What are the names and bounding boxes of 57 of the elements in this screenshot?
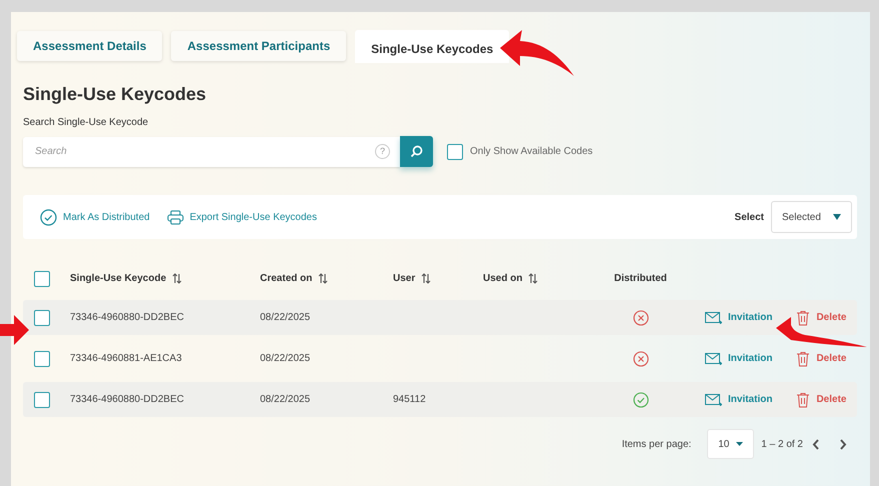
sort-icon[interactable] — [421, 273, 432, 284]
table-cell-text: 73346-4960880-DD2BEC — [70, 393, 185, 407]
column-header: Used on — [483, 272, 522, 286]
column-header: Single-Use Keycode — [70, 272, 166, 286]
column-header: Distributed — [614, 272, 667, 286]
checkbox[interactable] — [34, 270, 50, 286]
page-range: 1 – 2 of 2 — [761, 438, 803, 452]
column-header: User — [393, 272, 416, 286]
table-cell-text: 73346-4960880-DD2BEC — [70, 311, 185, 325]
invitation-link[interactable]: Invitation — [705, 392, 772, 407]
envelope-icon — [705, 352, 722, 364]
items-per-page-label: Items per page: — [622, 438, 692, 452]
checkbox[interactable] — [34, 310, 50, 326]
tab[interactable]: Assessment Participants — [171, 31, 346, 61]
invitation-link[interactable]: Invitation — [705, 310, 772, 325]
sort-icon[interactable] — [172, 273, 182, 284]
help-icon[interactable]: ? — [375, 144, 390, 159]
trash-icon — [796, 350, 810, 366]
caret-icon — [736, 442, 744, 446]
search-field[interactable]: Search ? — [23, 136, 400, 166]
check-circle-icon — [40, 208, 57, 226]
trash-icon — [796, 392, 810, 408]
next-page-icon[interactable] — [839, 438, 847, 450]
page-title: Single-Use Keycodes — [23, 83, 208, 106]
invitation-link[interactable]: Invitation — [705, 351, 772, 366]
toolbar-link[interactable]: Mark As Distributed — [40, 208, 150, 226]
tab[interactable]: Assessment Details — [17, 31, 162, 61]
envelope-icon — [705, 312, 722, 324]
delete-link[interactable]: Delete — [796, 392, 846, 408]
annotation-arrow — [0, 314, 30, 346]
search-icon — [410, 145, 423, 158]
table-cell-text: 945112 — [393, 393, 427, 407]
checkbox-label: Only Show Available Codes — [470, 145, 593, 159]
table-cell-text: 08/22/2025 — [260, 311, 312, 325]
delete-link[interactable]: Delete — [796, 350, 846, 366]
table-cell-text: 08/22/2025 — [260, 393, 312, 407]
trash-icon — [796, 310, 810, 326]
table-cell-text: 73346-4960881-AE1CA3 — [70, 352, 183, 366]
delete-link[interactable]: Delete — [796, 310, 846, 326]
previous-page-icon[interactable] — [812, 438, 820, 450]
printer-icon — [166, 210, 184, 224]
sort-icon[interactable] — [318, 273, 328, 284]
checkbox[interactable] — [34, 392, 50, 408]
search-button[interactable] — [400, 136, 433, 167]
checkbox[interactable] — [447, 144, 463, 160]
select-dropdown[interactable]: Selected — [771, 201, 852, 233]
caret-icon — [833, 214, 841, 220]
tab[interactable]: Single-Use Keycodes — [355, 30, 510, 63]
toolbar-link[interactable]: Export Single-Use Keycodes — [166, 210, 317, 224]
page-size-dropdown[interactable]: 10 — [707, 429, 754, 459]
column-header: Created on — [260, 272, 312, 286]
checkbox[interactable] — [34, 350, 50, 366]
sort-icon[interactable] — [528, 273, 538, 284]
select-label: Select — [734, 210, 764, 224]
table-cell-text: 08/22/2025 — [260, 352, 312, 366]
envelope-icon — [705, 394, 722, 406]
search-label: Search Single-Use Keycode — [23, 116, 150, 130]
